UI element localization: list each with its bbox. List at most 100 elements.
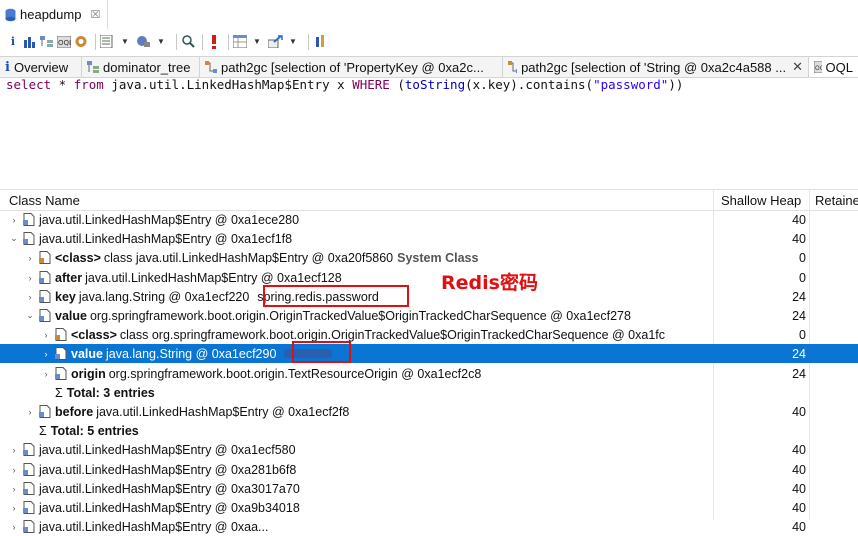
chevron-right-icon[interactable]: › [8, 484, 20, 494]
object-label: java.util.LinkedHashMap$Entry @ 0xa1ecf1… [39, 231, 293, 246]
table-icon[interactable] [233, 33, 247, 51]
pin-icon[interactable] [313, 33, 327, 51]
class-name-cell: › <class> class org.springframework.boot.o… [40, 325, 666, 344]
class-name-cell: › java.util.LinkedHashMap$Entry @ 0xa9b34… [8, 498, 300, 517]
heapdump-file-icon [5, 8, 16, 21]
class-name-cell: › value java.lang.String @ 0xa1ecf290 [40, 344, 333, 363]
table-row[interactable]: › after java.util.LinkedHashMap$Entry @ 0x… [0, 268, 858, 287]
class-name-cell: Σ Total: 3 entries [40, 383, 155, 402]
total-label: Total: 5 entries [50, 423, 139, 438]
tab-dominator-tree[interactable]: dominator_tree [82, 57, 200, 77]
object-label: org.springframework.boot.origin.OriginTr… [89, 308, 631, 323]
shallow-heap-cell [714, 421, 806, 440]
chevron-right-icon[interactable]: › [24, 273, 36, 283]
chevron-right-icon[interactable]: › [40, 369, 52, 379]
field-name: value [71, 346, 103, 361]
table-row[interactable]: › java.util.LinkedHashMap$Entry @ 0xa1ecf… [0, 440, 858, 459]
info-icon: i [5, 59, 10, 75]
oql-query-editor[interactable]: select * from java.util.LinkedHashMap$En… [6, 77, 683, 92]
chevron-down-icon[interactable]: ▼ [118, 33, 132, 51]
chevron-right-icon[interactable]: › [40, 330, 52, 340]
field-name: origin [71, 366, 106, 381]
table-row[interactable]: ⌄ java.util.LinkedHashMap$Entry @ 0xa1ecf… [0, 229, 858, 248]
chevron-right-icon[interactable]: › [24, 292, 36, 302]
tab-path2gc-propertykey[interactable]: path2gc [selection of 'PropertyKey @ 0xa… [200, 57, 503, 77]
object-label: java.util.LinkedHashMap$Entry @ 0xa281b6… [39, 462, 297, 477]
tab-oql[interactable]: OQL OQL [809, 57, 858, 77]
object-label: java.lang.String @ 0xa1ecf290 [105, 346, 277, 361]
table-row[interactable]: › java.util.LinkedHashMap$Entry @ 0xa281b… [0, 460, 858, 479]
tab-overview[interactable]: i Overview [0, 57, 82, 77]
annotation-redis-password: Redis密码 [441, 272, 538, 294]
export-icon[interactable] [268, 33, 283, 51]
chevron-right-icon[interactable]: › [24, 407, 36, 417]
chevron-down-icon[interactable]: ▼ [286, 33, 300, 51]
highlight-box-key [263, 285, 409, 307]
chevron-right-icon[interactable]: › [8, 522, 20, 532]
histogram-icon[interactable] [23, 33, 37, 51]
tab-label: path2gc [selection of 'PropertyKey @ 0xa… [221, 59, 484, 75]
dominator-tree-icon [87, 61, 99, 73]
oql-icon[interactable]: OQL [57, 33, 71, 51]
table-row[interactable]: Σ Total: 5 entries [0, 421, 858, 440]
close-tab-icon[interactable]: ☒ [90, 8, 100, 21]
table-row[interactable]: › key java.lang.String @ 0xa1ecf220 spring.… [0, 287, 858, 306]
chevron-right-icon[interactable]: › [8, 465, 20, 475]
close-tab-icon[interactable]: ✕ [792, 59, 803, 75]
chevron-right-icon[interactable]: › [24, 253, 36, 263]
chevron-down-icon[interactable]: ▼ [250, 33, 264, 51]
column-header-shallow-heap[interactable]: Shallow Heap [721, 190, 801, 210]
warning-icon[interactable] [207, 33, 221, 51]
chevron-right-icon[interactable]: › [8, 445, 20, 455]
object-label: class org.springframework.boot.origin.Or… [119, 327, 666, 342]
chevron-down-icon[interactable]: ▼ [154, 33, 168, 51]
chevron-right-icon[interactable]: › [8, 503, 20, 513]
editor-tab-heapdump[interactable]: heapdump ☒ [0, 0, 108, 29]
query-function: toString [404, 77, 466, 92]
shallow-heap-cell: 40 [792, 462, 806, 477]
column-header-class-name[interactable]: Class Name [9, 190, 80, 210]
chevron-right-icon[interactable]: › [8, 215, 20, 225]
run-report-icon[interactable] [100, 33, 115, 51]
table-row[interactable]: › java.util.LinkedHashMap$Entry @ 0xa1ece… [0, 210, 858, 229]
dominator-tree-icon[interactable] [40, 33, 54, 51]
object-label: java.util.LinkedHashMap$Entry @ 0xa1ecf5… [39, 442, 296, 457]
object-icon [55, 328, 67, 341]
shallow-heap-cell: 24 [792, 308, 806, 323]
object-label: class java.util.LinkedHashMap$Entry @ 0x… [103, 250, 394, 265]
chevron-right-icon[interactable]: › [40, 349, 52, 359]
object-label: java.lang.String @ 0xa1ecf220 [78, 289, 250, 304]
tab-path2gc-string[interactable]: path2gc [selection of 'String @ 0xa2c4a5… [503, 57, 809, 77]
shallow-heap-cell: 0 [799, 250, 806, 265]
table-row[interactable]: › java.util.LinkedHashMap$Entry @ 0xa9b34… [0, 498, 858, 517]
query-keyword: from [73, 77, 104, 92]
table-row[interactable]: › <class> class java.util.LinkedHashMap$En… [0, 248, 858, 267]
class-name-cell: ⌄ java.util.LinkedHashMap$Entry @ 0xa1ecf… [8, 229, 292, 248]
table-row[interactable]: › origin org.springframework.boot.origin.T… [0, 364, 858, 383]
chevron-down-icon[interactable]: ⌄ [8, 233, 20, 244]
shallow-heap-cell: 40 [792, 231, 806, 246]
path-to-gc-icon [205, 61, 217, 73]
column-header-retained-heap[interactable]: Retaine [815, 190, 858, 210]
sum-icon: Σ [39, 423, 47, 438]
object-label: java.util.LinkedHashMap$Entry @ 0xa9b340… [39, 500, 300, 515]
table-row[interactable]: Σ Total: 3 entries [0, 383, 858, 402]
field-name: before [55, 404, 94, 419]
shallow-heap-cell: 0 [799, 270, 806, 285]
object-icon [23, 232, 35, 245]
query-browser-icon[interactable] [136, 33, 151, 51]
table-row[interactable]: › value java.lang.String @ 0xa1ecf290 24 [0, 344, 858, 363]
table-row[interactable]: › java.util.LinkedHashMap$Entry @ 0xa3017… [0, 479, 858, 498]
tab-label: path2gc [selection of 'String @ 0xa2c4a5… [521, 59, 787, 75]
chevron-down-icon[interactable]: ⌄ [24, 310, 36, 321]
table-row[interactable]: › before java.util.LinkedHashMap$Entry @ 0… [0, 402, 858, 421]
table-row[interactable]: › <class> class org.springframework.boot.o… [0, 325, 858, 344]
class-name-cell: › java.util.LinkedHashMap$Entry @ 0xa281b… [8, 460, 297, 479]
search-icon[interactable] [181, 33, 195, 51]
toolbar-separator [176, 33, 177, 50]
view-tabs: i Overview dominator_tree path2gc [selec… [0, 56, 858, 78]
info-icon[interactable]: i [6, 33, 20, 51]
table-row[interactable]: ⌄ value org.springframework.boot.origin.Or… [0, 306, 858, 325]
thread-overview-icon[interactable] [74, 33, 88, 51]
class-name-cell: › before java.util.LinkedHashMap$Entry @ 0… [24, 402, 350, 421]
